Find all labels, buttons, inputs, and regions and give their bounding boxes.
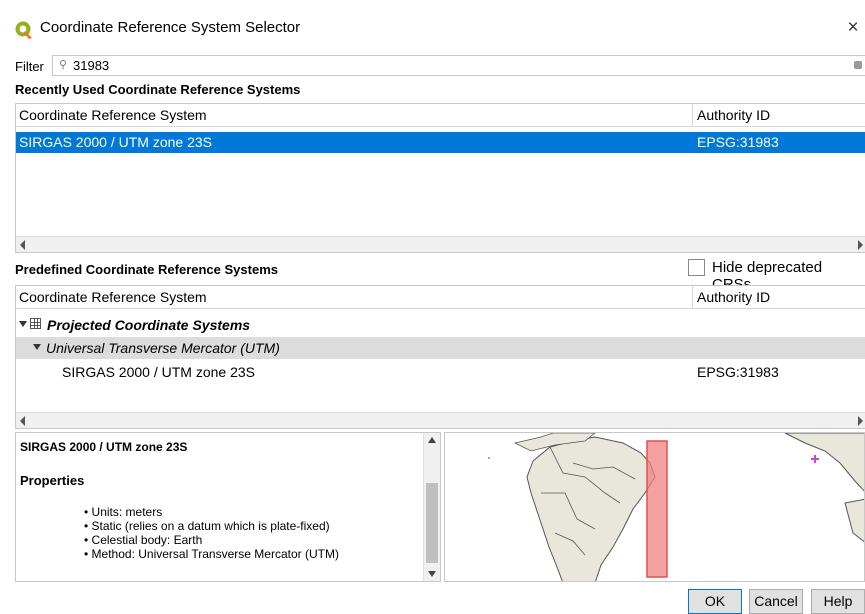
info-properties-list: • Units: meters • Static (relies on a da… (84, 505, 339, 561)
filter-label: Filter (15, 59, 44, 74)
property-item: • Units: meters (84, 505, 163, 519)
help-button[interactable]: Help (811, 589, 865, 614)
filter-input[interactable]: ⚲ 31983 (52, 55, 865, 76)
chevron-down-icon[interactable] (19, 321, 27, 327)
column-separator[interactable] (692, 286, 693, 309)
window-title: Coordinate Reference System Selector (40, 19, 301, 36)
scroll-right-icon[interactable] (858, 416, 863, 426)
column-header-authority[interactable]: Authority ID (697, 107, 770, 123)
predefined-heading: Predefined Coordinate Reference Systems (15, 262, 278, 277)
scroll-thumb[interactable] (426, 483, 438, 563)
hide-deprecated-checkbox[interactable] (688, 259, 705, 276)
recent-table-header: Coordinate Reference System Authority ID (16, 104, 865, 127)
cancel-button[interactable]: Cancel (749, 589, 803, 614)
scroll-left-icon[interactable] (20, 240, 25, 250)
property-item: • Celestial body: Earth (84, 533, 203, 547)
predefined-horizontal-scrollbar[interactable] (16, 412, 865, 428)
info-title: SIRGAS 2000 / UTM zone 23S (20, 440, 188, 454)
column-header-authority[interactable]: Authority ID (697, 289, 770, 305)
column-header-crs[interactable]: Coordinate Reference System (19, 107, 207, 123)
info-vertical-scrollbar[interactable] (423, 433, 440, 581)
scroll-down-icon[interactable] (428, 571, 436, 577)
title-bar: Coordinate Reference System Selector × (0, 0, 865, 60)
tree-group-label: Projected Coordinate Systems (47, 317, 251, 333)
recent-horizontal-scrollbar[interactable] (16, 236, 865, 252)
recent-row-name: SIRGAS 2000 / UTM zone 23S (19, 134, 212, 150)
crs-info-panel: SIRGAS 2000 / UTM zone 23S Properties • … (15, 432, 441, 582)
chevron-down-icon[interactable] (33, 344, 41, 350)
predefined-table: Coordinate Reference System Authority ID… (15, 285, 865, 429)
recent-table: Coordinate Reference System Authority ID… (15, 103, 865, 253)
column-separator[interactable] (692, 104, 693, 127)
predefined-row-name: SIRGAS 2000 / UTM zone 23S (62, 364, 255, 380)
clear-icon[interactable] (854, 61, 862, 69)
predefined-table-header: Coordinate Reference System Authority ID (16, 286, 865, 309)
scroll-right-icon[interactable] (858, 240, 863, 250)
ok-button[interactable]: OK (688, 589, 742, 614)
crs-extent-map (444, 432, 865, 582)
scroll-left-icon[interactable] (20, 416, 25, 426)
filter-value: 31983 (73, 58, 110, 73)
property-item: • Static (relies on a datum which is pla… (84, 519, 330, 533)
predefined-row[interactable]: SIRGAS 2000 / UTM zone 23S EPSG:31983 (16, 362, 865, 383)
column-header-crs[interactable]: Coordinate Reference System (19, 289, 207, 305)
qgis-logo-icon (15, 21, 32, 39)
recent-row-authority: EPSG:31983 (697, 134, 779, 150)
tree-subgroup-label: Universal Transverse Mercator (UTM) (46, 340, 280, 356)
grid-icon (30, 318, 41, 329)
recent-heading: Recently Used Coordinate Reference Syste… (15, 82, 301, 97)
property-item: • Method: Universal Transverse Mercator … (84, 547, 339, 561)
close-button[interactable]: × (843, 17, 863, 39)
scroll-up-icon[interactable] (428, 437, 436, 443)
tree-subgroup-utm[interactable]: Universal Transverse Mercator (UTM) (16, 337, 865, 359)
search-icon: ⚲ (59, 59, 68, 71)
recent-row[interactable]: SIRGAS 2000 / UTM zone 23S EPSG:31983 (16, 132, 865, 153)
world-map (445, 433, 864, 581)
tree-group-projected[interactable]: Projected Coordinate Systems (16, 314, 865, 336)
crs-extent-rectangle (646, 440, 668, 578)
info-properties-heading: Properties (20, 473, 85, 488)
predefined-row-authority: EPSG:31983 (697, 364, 779, 380)
